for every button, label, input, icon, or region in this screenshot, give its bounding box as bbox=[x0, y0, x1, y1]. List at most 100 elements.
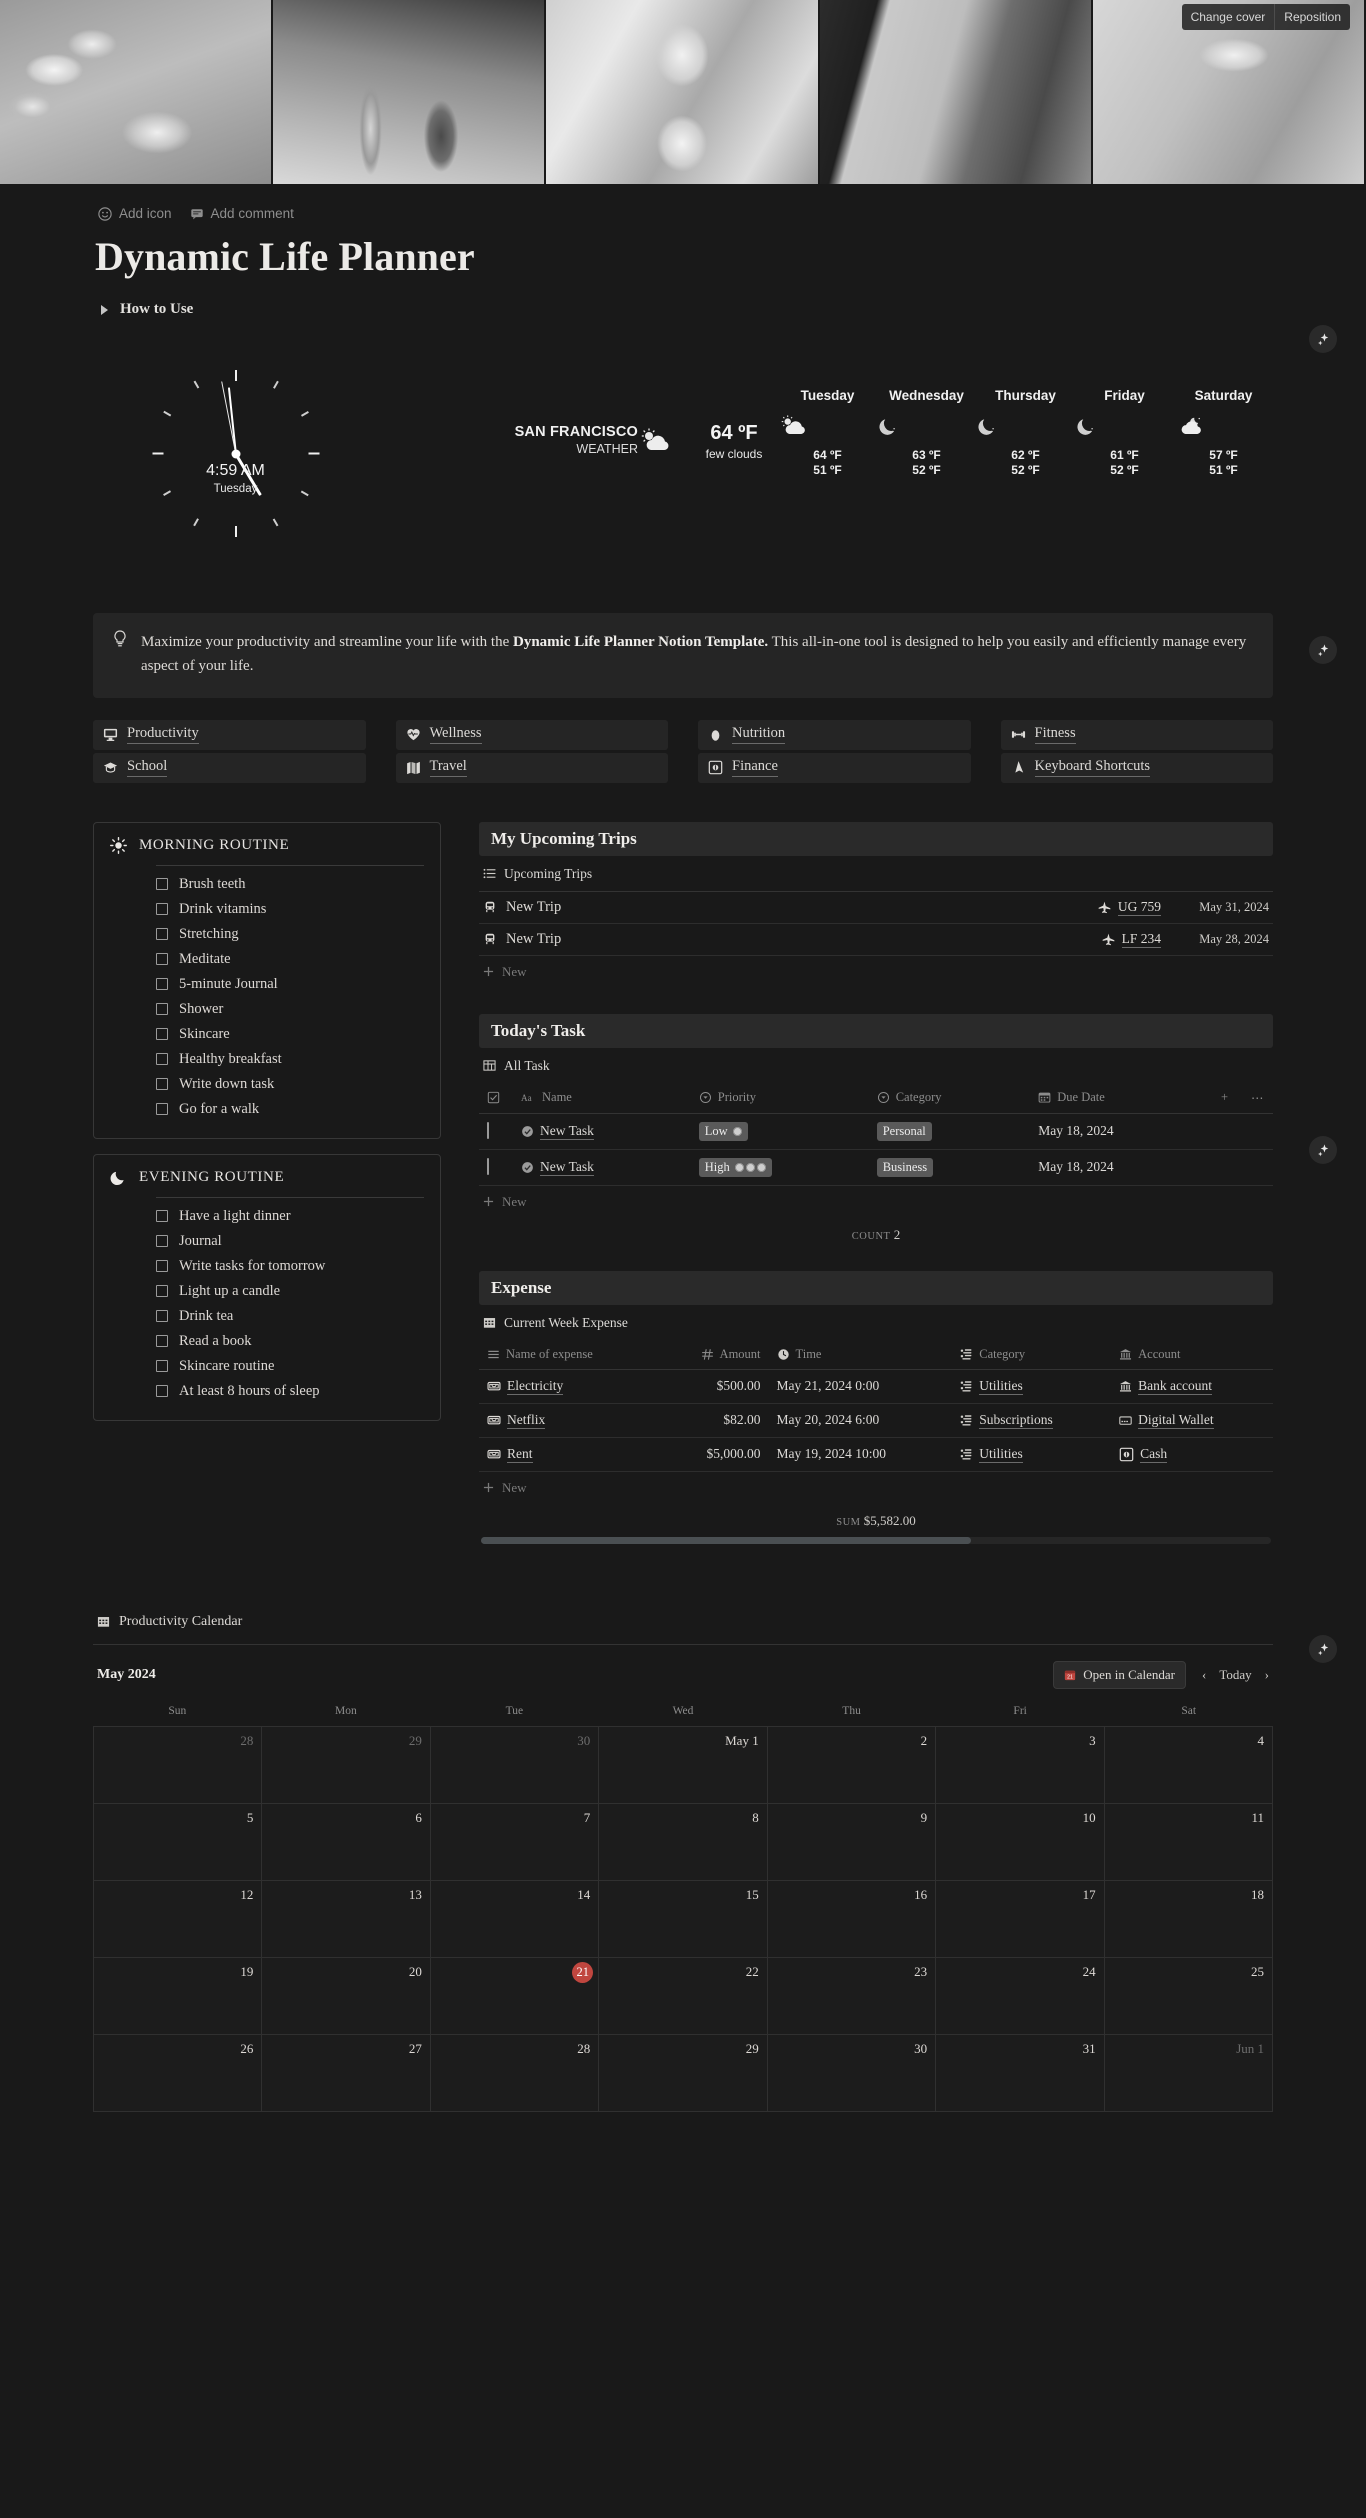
task-category-cell[interactable]: Personal bbox=[868, 1113, 1031, 1150]
evening-routine-item[interactable]: Drink tea bbox=[110, 1304, 424, 1329]
checkbox[interactable] bbox=[156, 878, 168, 891]
tasks-col-priority[interactable]: Priority bbox=[690, 1082, 869, 1114]
evening-routine-item[interactable]: Have a light dinner bbox=[110, 1204, 424, 1229]
chevron-right-icon[interactable]: › bbox=[1265, 1667, 1269, 1683]
checkbox[interactable] bbox=[156, 1078, 168, 1091]
ai-sparkle-button-3[interactable] bbox=[1309, 1136, 1337, 1164]
upcoming-trips-view-tab[interactable]: Upcoming Trips bbox=[479, 856, 1273, 891]
checkbox[interactable] bbox=[156, 928, 168, 941]
calendar-day-cell[interactable]: 20 bbox=[262, 1957, 431, 2035]
expense-account-cell[interactable]: Bank account bbox=[1111, 1369, 1273, 1404]
checkbox[interactable] bbox=[156, 1235, 168, 1248]
morning-routine-item[interactable]: Stretching bbox=[110, 922, 424, 947]
expense-amount-cell[interactable]: $5,000.00 bbox=[657, 1437, 769, 1472]
checkbox[interactable] bbox=[487, 1158, 489, 1176]
checkbox[interactable] bbox=[156, 1103, 168, 1116]
nav-button-school[interactable]: School bbox=[93, 752, 366, 783]
expense-time-cell[interactable]: May 21, 2024 0:00 bbox=[768, 1369, 953, 1404]
checkbox[interactable] bbox=[156, 978, 168, 991]
calendar-day-cell[interactable]: 16 bbox=[767, 1880, 937, 1958]
calendar-day-cell[interactable]: 12 bbox=[94, 1880, 263, 1958]
expense-name-cell[interactable]: Rent bbox=[479, 1437, 658, 1472]
calendar-day-cell[interactable]: 29 bbox=[262, 1726, 431, 1804]
checkbox[interactable] bbox=[156, 1260, 168, 1273]
expense-category-cell[interactable]: Utilities bbox=[952, 1437, 1112, 1472]
evening-routine-item[interactable]: Light up a candle bbox=[110, 1279, 424, 1304]
checkbox[interactable] bbox=[156, 1360, 168, 1373]
morning-routine-item[interactable]: Brush teeth bbox=[110, 872, 424, 897]
calendar-day-cell[interactable]: 2 bbox=[767, 1726, 937, 1804]
calendar-day-cell[interactable]: 29 bbox=[599, 2034, 768, 2112]
calendar-day-cell[interactable]: 6 bbox=[262, 1803, 431, 1881]
expense-add-new-button[interactable]: New bbox=[479, 1472, 1273, 1504]
ai-sparkle-button-2[interactable] bbox=[1309, 636, 1337, 664]
calendar-day-cell[interactable]: 23 bbox=[767, 1957, 937, 2035]
todays-task-view-tab[interactable]: All Task bbox=[479, 1048, 1273, 1083]
checkbox[interactable] bbox=[487, 1122, 489, 1140]
calendar-day-cell[interactable]: 24 bbox=[936, 1957, 1105, 2035]
calendar-day-cell[interactable]: 22 bbox=[599, 1957, 768, 2035]
trips-add-new-button[interactable]: New bbox=[479, 956, 1273, 988]
row-checkbox-cell[interactable] bbox=[479, 1113, 513, 1150]
expense-time-cell[interactable]: May 20, 2024 6:00 bbox=[768, 1403, 953, 1438]
checkbox[interactable] bbox=[156, 903, 168, 916]
tasks-col-due-date[interactable]: Due Date bbox=[1030, 1082, 1213, 1114]
row-checkbox-cell[interactable] bbox=[479, 1149, 513, 1186]
calendar-day-cell[interactable]: 3 bbox=[936, 1726, 1105, 1804]
expense-time-cell[interactable]: May 19, 2024 10:00 bbox=[768, 1437, 953, 1472]
task-due-date-cell[interactable]: May 18, 2024 bbox=[1030, 1149, 1213, 1186]
calendar-day-cell[interactable]: 26 bbox=[94, 2034, 263, 2112]
evening-routine-item[interactable]: Write tasks for tomorrow bbox=[110, 1254, 424, 1279]
nav-button-productivity[interactable]: Productivity bbox=[93, 719, 366, 750]
tasks-col-checkbox[interactable] bbox=[479, 1082, 513, 1114]
calendar-day-cell[interactable]: 21 bbox=[430, 1957, 600, 2035]
nav-button-fitness[interactable]: Fitness bbox=[1000, 719, 1273, 750]
calendar-day-cell[interactable]: 28 bbox=[94, 1726, 263, 1804]
table-row[interactable]: Rent $5,000.00 May 19, 2024 10:00 Utilities… bbox=[479, 1437, 1273, 1472]
task-due-date-cell[interactable]: May 18, 2024 bbox=[1030, 1113, 1213, 1150]
reposition-button[interactable]: Reposition bbox=[1274, 4, 1350, 30]
nav-button-wellness[interactable]: Wellness bbox=[395, 719, 668, 750]
table-row[interactable]: New Task Low Personal May 18, 2024 bbox=[479, 1113, 1273, 1150]
evening-routine-item[interactable]: Skincare routine bbox=[110, 1354, 424, 1379]
calendar-day-cell[interactable]: 4 bbox=[1104, 1726, 1273, 1804]
trip-name-cell[interactable]: New Trip bbox=[483, 931, 1102, 948]
evening-routine-item[interactable]: Read a book bbox=[110, 1329, 424, 1354]
calendar-day-cell[interactable]: 14 bbox=[430, 1880, 600, 1958]
scrollbar-thumb[interactable] bbox=[481, 1536, 971, 1544]
tasks-col-name[interactable]: Aa Name bbox=[513, 1082, 691, 1114]
expense-account-cell[interactable]: Cash bbox=[1111, 1437, 1273, 1472]
expense-amount-cell[interactable]: $500.00 bbox=[657, 1369, 769, 1404]
open-in-calendar-button[interactable]: 21 Open in Calendar bbox=[1053, 1660, 1186, 1689]
add-column-button[interactable]: + bbox=[1213, 1082, 1243, 1114]
calendar-day-cell[interactable]: 9 bbox=[767, 1803, 937, 1881]
task-priority-cell[interactable]: High bbox=[690, 1149, 869, 1186]
calendar-day-cell[interactable]: 11 bbox=[1104, 1803, 1273, 1881]
table-row[interactable]: New Task High Business May 18, 2024 bbox=[479, 1149, 1273, 1186]
checkbox[interactable] bbox=[156, 1210, 168, 1223]
checkbox[interactable] bbox=[156, 1385, 168, 1398]
tasks-add-new-button[interactable]: New bbox=[479, 1186, 1273, 1218]
trip-name-cell[interactable]: New Trip bbox=[483, 899, 1098, 916]
table-options-button[interactable]: ⋯ bbox=[1243, 1082, 1273, 1114]
calendar-today-button[interactable]: Today bbox=[1219, 1667, 1251, 1683]
checkbox[interactable] bbox=[156, 1335, 168, 1348]
morning-routine-item[interactable]: 5-minute Journal bbox=[110, 972, 424, 997]
calendar-day-cell[interactable]: 25 bbox=[1104, 1957, 1273, 2035]
task-category-cell[interactable]: Business bbox=[868, 1149, 1031, 1186]
ai-sparkle-button-1[interactable] bbox=[1309, 325, 1337, 353]
checkbox[interactable] bbox=[156, 1028, 168, 1041]
calendar-day-cell[interactable]: May 1 bbox=[599, 1726, 768, 1804]
chevron-right-icon[interactable] bbox=[101, 304, 108, 315]
calendar-day-cell[interactable]: Jun 1 bbox=[1104, 2034, 1273, 2112]
task-name-cell[interactable]: New Task bbox=[513, 1113, 691, 1150]
calendar-day-cell[interactable]: 15 bbox=[599, 1880, 768, 1958]
morning-routine-item[interactable]: Go for a walk bbox=[110, 1097, 424, 1122]
add-comment-button[interactable]: Add comment bbox=[190, 206, 294, 221]
nav-button-finance[interactable]: Finance bbox=[698, 752, 971, 783]
expense-col-amount[interactable]: Amount bbox=[657, 1339, 769, 1370]
checkbox[interactable] bbox=[156, 1285, 168, 1298]
chevron-left-icon[interactable]: ‹ bbox=[1202, 1667, 1206, 1683]
morning-routine-item[interactable]: Skincare bbox=[110, 1022, 424, 1047]
table-row[interactable]: Electricity $500.00 May 21, 2024 0:00 Utili… bbox=[479, 1369, 1273, 1404]
